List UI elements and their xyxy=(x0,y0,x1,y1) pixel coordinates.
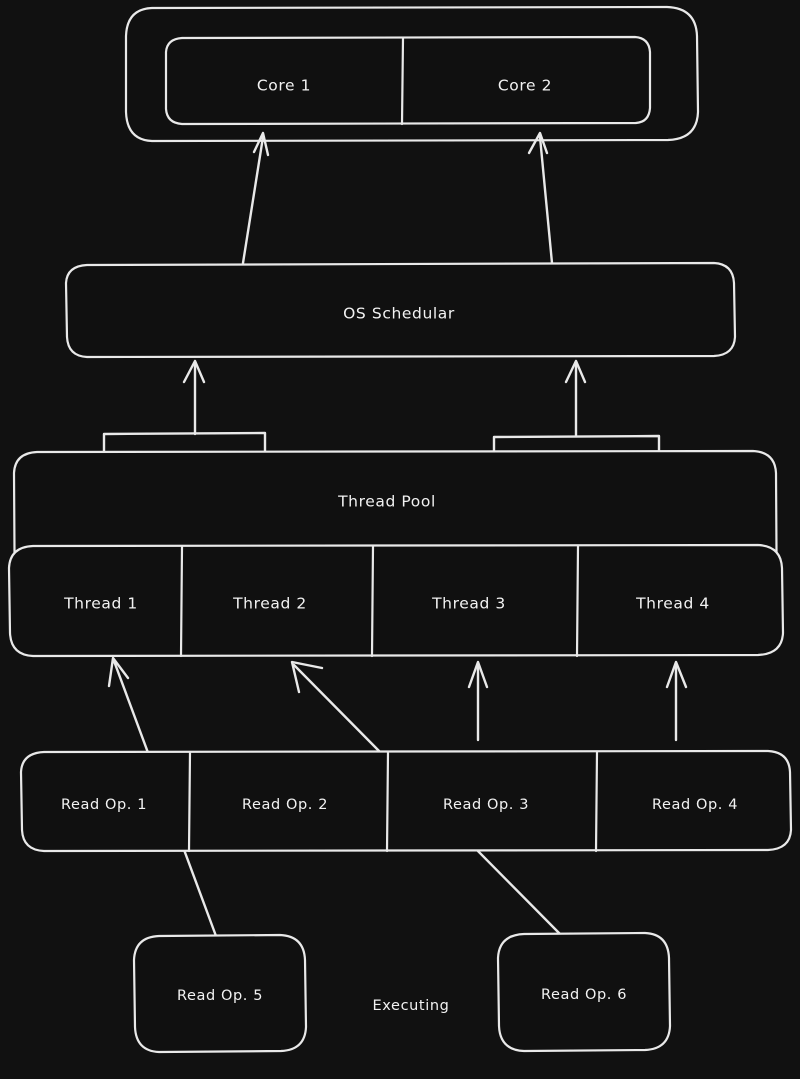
thread-divider-1 xyxy=(179,545,184,658)
thread-4-cell[interactable]: Thread 4 xyxy=(635,595,710,613)
thread-4-label: Thread 4 xyxy=(635,595,710,613)
arrow-read-op-3-to-thread-3 xyxy=(467,660,489,742)
thread-1-cell[interactable]: Thread 1 xyxy=(63,595,138,613)
arrow-threadgroup-2-to-scheduler xyxy=(564,359,587,438)
core-group xyxy=(164,35,652,126)
core-2-label: Core 2 xyxy=(498,77,552,95)
queued-op-2-cell[interactable]: Read Op. 2 xyxy=(242,797,328,813)
thread-3-cell[interactable]: Thread 3 xyxy=(431,595,506,613)
thread-pool-label: Thread Pool xyxy=(337,493,436,511)
queued-op-divider-1 xyxy=(187,750,192,853)
executing-op-6-label: Read Op. 6 xyxy=(541,987,627,1003)
thread-3-label: Thread 3 xyxy=(431,595,506,613)
queued-op-1-label: Read Op. 1 xyxy=(61,797,147,813)
queued-op-3-label: Read Op. 3 xyxy=(443,797,529,813)
queued-op-1-cell[interactable]: Read Op. 1 xyxy=(61,797,147,813)
queued-op-4-label: Read Op. 4 xyxy=(652,797,738,813)
core-1-cell[interactable]: Core 1 xyxy=(257,77,311,95)
thread-pool-diagram: Core 1 Core 2 OS Schedular Thread Pool T… xyxy=(7,5,793,1054)
thread-1-label: Thread 1 xyxy=(63,595,138,613)
queued-op-4-cell[interactable]: Read Op. 4 xyxy=(652,797,738,813)
arrow-read-op-4-to-thread-4 xyxy=(665,660,688,742)
core-2-cell[interactable]: Core 2 xyxy=(498,77,552,95)
queued-op-divider-3 xyxy=(594,750,599,853)
core-1-label: Core 1 xyxy=(257,77,311,95)
queued-op-2-label: Read Op. 2 xyxy=(242,797,328,813)
thread-divider-3 xyxy=(575,544,580,658)
queued-op-divider-2 xyxy=(385,750,390,853)
executing-caption: Executing xyxy=(373,998,450,1014)
executing-op-5-label: Read Op. 5 xyxy=(177,988,263,1004)
diagram-canvas: Core 1 Core 2 OS Schedular Thread Pool T… xyxy=(0,0,800,1079)
arrow-scheduler-to-core-1 xyxy=(241,131,270,265)
arrow-scheduler-to-core-2 xyxy=(527,131,554,265)
thread-2-cell[interactable]: Thread 2 xyxy=(232,595,307,613)
thread-2-label: Thread 2 xyxy=(232,595,307,613)
arrow-threadgroup-1-to-scheduler xyxy=(182,359,206,436)
os-scheduler-label: OS Schedular xyxy=(343,305,455,323)
queued-op-3-cell[interactable]: Read Op. 3 xyxy=(443,797,529,813)
thread-divider-2 xyxy=(370,544,375,658)
core-divider xyxy=(400,36,405,126)
